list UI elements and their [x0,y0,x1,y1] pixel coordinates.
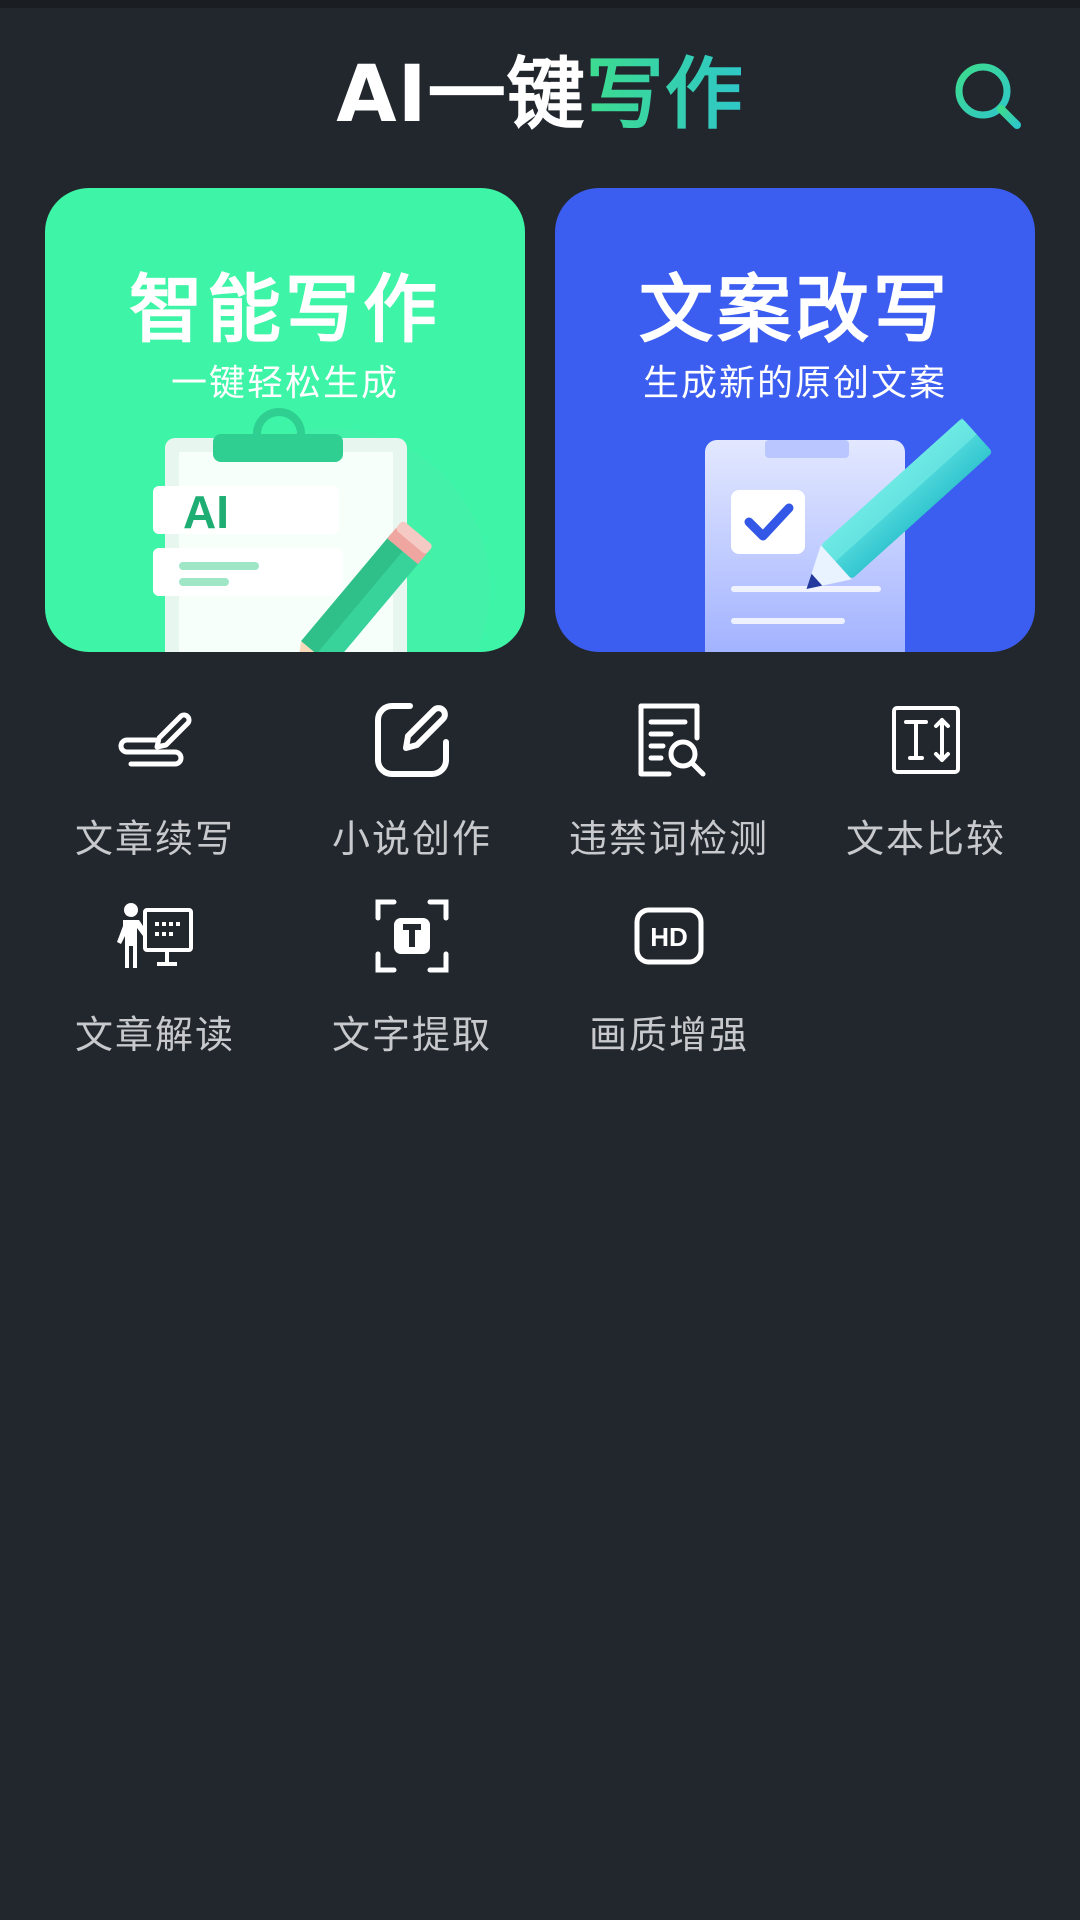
hd-icon: HD [634,907,704,965]
tool-text-compare[interactable]: 文本比较 [796,700,1056,880]
tool-label: 文章解读 [74,1013,235,1057]
pen-scribble-icon [118,712,192,767]
tool-image-enhance[interactable]: HD 画质增强 [539,896,799,1076]
teacher-board-icon [117,903,193,968]
card-title: 智能写作 [129,267,441,353]
title-accent: 写作 [585,50,744,140]
status-bar [0,0,1080,8]
search-button[interactable] [952,60,1024,132]
tool-label: 画质增强 [588,1013,749,1057]
tool-banned-word-check[interactable]: 违禁词检测 [539,700,799,880]
tool-label: 文章续写 [74,817,235,861]
document-search-icon [638,703,706,777]
tool-article-interpret[interactable]: 文章解读 [25,896,285,1076]
tool-text-extract[interactable]: 文字提取 [282,896,542,1076]
tool-label: 文字提取 [331,1013,492,1057]
smart-writing-card[interactable]: AI 智能写作 一键轻松生成 [45,188,525,652]
text-scan-icon [375,899,449,973]
copy-rewrite-card[interactable]: 文案改写 生成新的原创文案 [555,188,1035,652]
search-icon [955,63,1021,129]
card-subtitle: 一键轻松生成 [170,363,399,404]
edit-square-icon [375,703,449,777]
page-title: AI一键写作 [0,40,1080,150]
svg-text:HD: HD [650,922,688,952]
title-main: AI一键 [336,50,586,140]
card-title: 文案改写 [639,267,951,353]
text-compare-icon [892,706,960,774]
card-subtitle: 生成新的原创文案 [642,363,947,404]
tool-label: 违禁词检测 [568,817,769,861]
tool-article-continue[interactable]: 文章续写 [25,700,285,880]
app-header: AI一键写作 [0,40,1080,150]
tool-novel-create[interactable]: 小说创作 [282,700,542,880]
svg-text:AI: AI [183,486,229,538]
tool-label: 小说创作 [331,817,492,861]
tool-label: 文本比较 [845,817,1006,861]
